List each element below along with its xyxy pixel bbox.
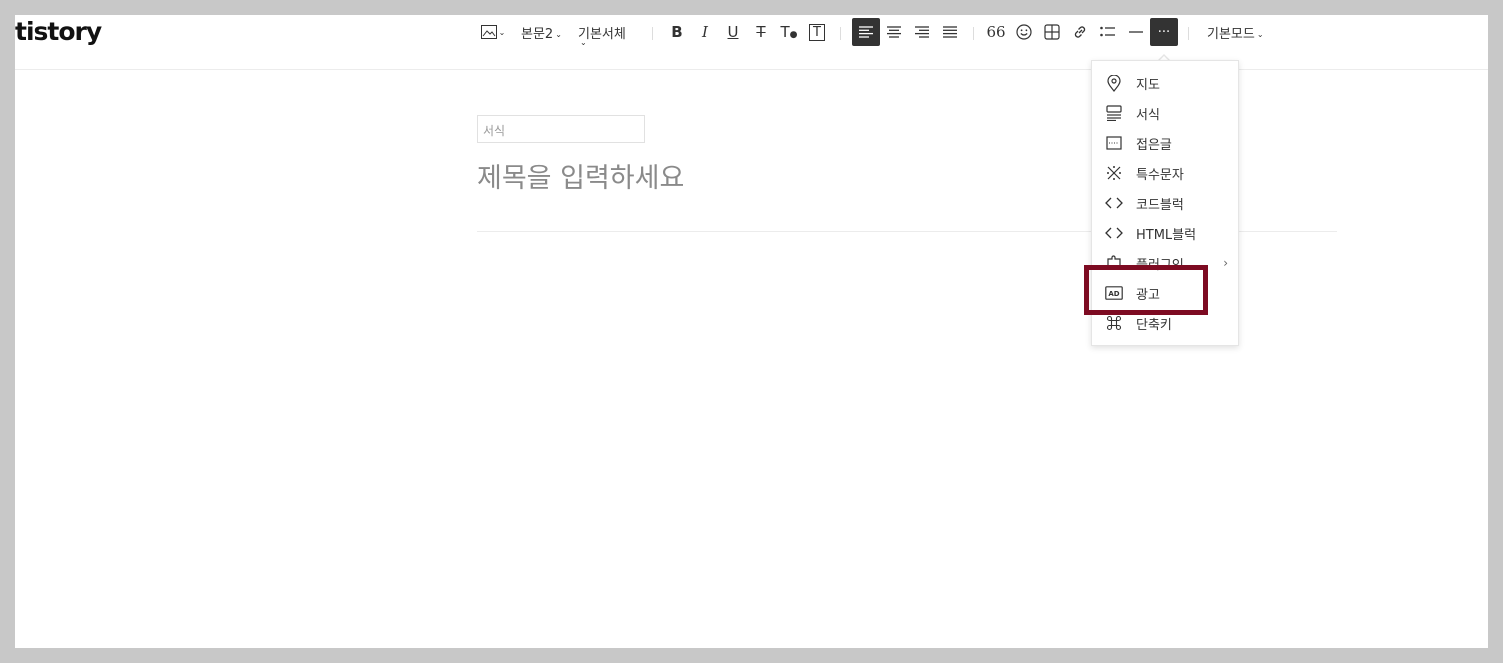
menu-item-map[interactable]: 지도: [1092, 68, 1238, 98]
bg-color-label: T: [809, 23, 825, 41]
fold-text-icon: [1105, 134, 1123, 152]
menu-item-code-block[interactable]: 코드블럭: [1092, 188, 1238, 218]
menu-item-plugin[interactable]: 플러그인 ›: [1092, 248, 1238, 278]
editor-mode-label: 기본모드: [1207, 27, 1255, 42]
top-toolbar-bar: tistory ⌄ 본문2 ⌄ 기본서체 ⌄ B I U T T ● T 66 …: [15, 15, 1488, 70]
svg-text:AD: AD: [1108, 290, 1119, 298]
menu-item-shortcut[interactable]: 단축키: [1092, 308, 1238, 338]
chevron-right-icon: ›: [1223, 256, 1228, 270]
italic-button[interactable]: I: [691, 18, 719, 46]
emoticon-button[interactable]: [1010, 18, 1038, 46]
menu-item-label: 단축키: [1136, 317, 1172, 333]
menu-item-html-block[interactable]: HTML블럭: [1092, 218, 1238, 248]
align-center-icon: [887, 26, 901, 38]
menu-item-label: 지도: [1136, 77, 1160, 93]
toolbar-divider: [652, 27, 653, 40]
plugin-icon: [1105, 254, 1123, 272]
background-color-button[interactable]: T: [803, 18, 831, 46]
special-char-icon: [1105, 164, 1123, 182]
map-pin-icon: [1105, 74, 1123, 92]
category-placeholder: 서식: [483, 124, 506, 138]
align-right-button[interactable]: [908, 18, 936, 46]
more-options-button[interactable]: ···: [1150, 18, 1178, 46]
template-icon: [1105, 104, 1123, 122]
align-center-button[interactable]: [880, 18, 908, 46]
align-left-icon: [859, 26, 873, 38]
link-icon: [1072, 24, 1088, 40]
align-left-button[interactable]: [852, 18, 880, 46]
shortcut-icon: [1105, 314, 1123, 332]
insert-image-button[interactable]: ⌄: [477, 18, 509, 46]
align-justify-icon: [943, 26, 957, 38]
horizontal-rule-button[interactable]: [1122, 18, 1150, 46]
smile-icon: [1016, 24, 1032, 40]
text-color-label: T: [780, 23, 790, 41]
menu-item-label: 플러그인: [1136, 257, 1184, 273]
toolbar-divider: [840, 27, 841, 40]
menu-item-template[interactable]: 서식: [1092, 98, 1238, 128]
menu-item-special-char[interactable]: 특수문자: [1092, 158, 1238, 188]
color-dot-icon: ●: [789, 30, 798, 40]
chevron-down-icon: ⌄: [498, 27, 506, 37]
horizontal-line-icon: [1129, 30, 1143, 34]
align-right-icon: [915, 26, 929, 38]
menu-item-label: 특수문자: [1136, 167, 1184, 183]
list-button[interactable]: [1094, 18, 1122, 46]
chevron-down-icon: ⌄: [1256, 30, 1264, 39]
table-button[interactable]: [1038, 18, 1066, 46]
paragraph-style-label: 본문2: [521, 27, 554, 42]
more-options-menu: 지도 서식 접은글 특수문자 코드블럭 HTML블럭 플러그인 › AD 광고 …: [1091, 60, 1239, 346]
menu-item-label: HTML블럭: [1136, 227, 1197, 243]
link-button[interactable]: [1066, 18, 1094, 46]
bold-button[interactable]: B: [663, 18, 691, 46]
toolbar-divider: [973, 27, 974, 40]
editor-mode-dropdown[interactable]: 기본모드 ⌄: [1207, 23, 1264, 42]
toolbar-divider: [1188, 27, 1189, 40]
chevron-down-icon: ⌄: [555, 30, 562, 39]
image-icon: [480, 25, 497, 39]
menu-item-ad[interactable]: AD 광고: [1092, 278, 1238, 308]
font-family-dropdown[interactable]: 기본서체 ⌄: [578, 23, 626, 47]
menu-item-fold-text[interactable]: 접은글: [1092, 128, 1238, 158]
ad-icon: AD: [1105, 284, 1123, 302]
editor-page: tistory ⌄ 본문2 ⌄ 기본서체 ⌄ B I U T T ● T 66 …: [15, 15, 1488, 648]
text-color-button[interactable]: T ●: [775, 18, 803, 46]
code-icon: [1105, 194, 1123, 212]
menu-item-label: 코드블럭: [1136, 197, 1184, 213]
tistory-logo[interactable]: tistory: [15, 17, 102, 46]
menu-item-label: 서식: [1136, 107, 1160, 123]
category-select[interactable]: 서식: [477, 115, 645, 143]
menu-item-label: 광고: [1136, 287, 1160, 303]
paragraph-style-dropdown[interactable]: 본문2 ⌄: [521, 23, 562, 42]
bullet-list-icon: [1100, 26, 1116, 38]
menu-item-label: 접은글: [1136, 137, 1172, 153]
strikethrough-button[interactable]: T: [747, 18, 775, 46]
underline-button[interactable]: U: [719, 18, 747, 46]
quote-button[interactable]: 66: [982, 18, 1010, 46]
html-code-icon: [1105, 224, 1123, 242]
table-icon: [1044, 24, 1060, 40]
align-justify-button[interactable]: [936, 18, 964, 46]
